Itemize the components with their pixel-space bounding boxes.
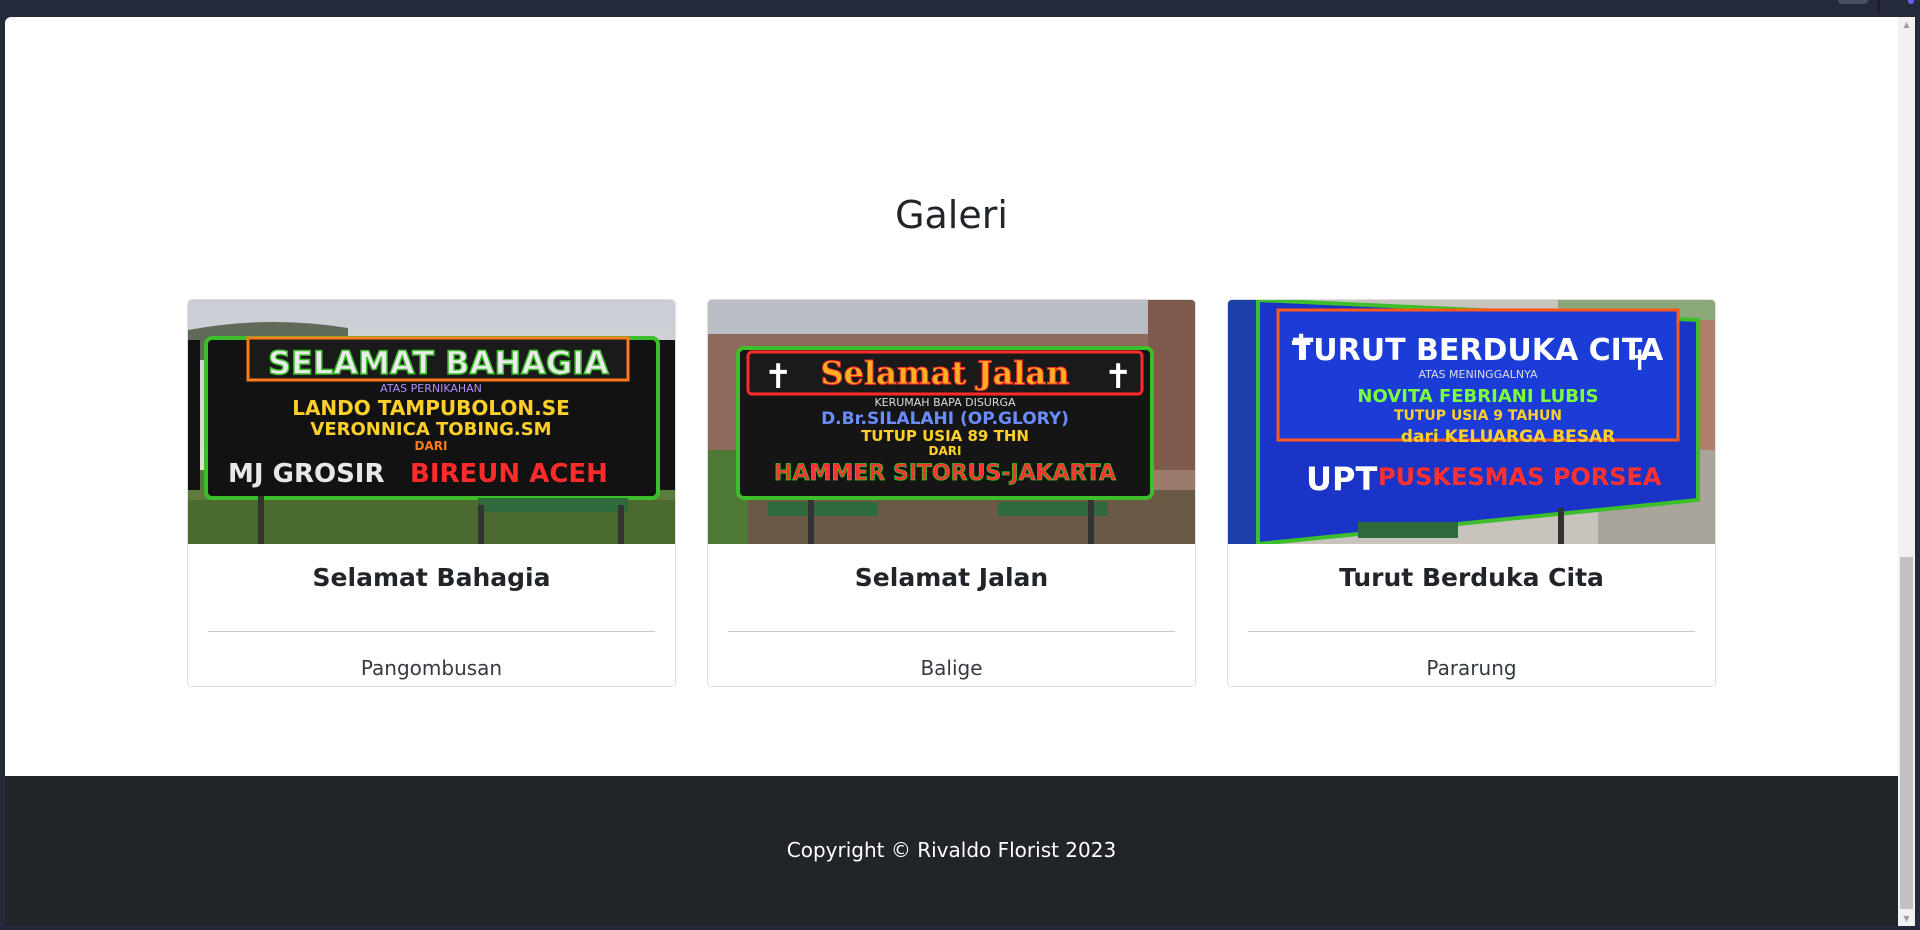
svg-text:LANDO TAMPUBOLON.SE: LANDO TAMPUBOLON.SE xyxy=(292,396,570,420)
svg-text:✝: ✝ xyxy=(1104,357,1133,397)
svg-text:dari KELUARGA BESAR: dari KELUARGA BESAR xyxy=(1401,427,1615,447)
card-location: Balige xyxy=(920,656,983,680)
browser-top-bar xyxy=(0,0,1920,17)
footer: Copyright © Rivaldo Florist 2023 xyxy=(5,776,1898,926)
svg-text:✝: ✝ xyxy=(1628,344,1651,377)
svg-text:MJ GROSIR: MJ GROSIR xyxy=(228,459,384,489)
svg-text:BIREUN ACEH: BIREUN ACEH xyxy=(410,459,608,489)
scrollbar-thumb[interactable] xyxy=(1900,557,1913,909)
card-divider xyxy=(208,631,655,632)
svg-text:Selamat Jalan: Selamat Jalan xyxy=(821,354,1070,392)
svg-text:VERONNICA TOBING.SM: VERONNICA TOBING.SM xyxy=(310,419,551,440)
scroll-up-arrow-icon[interactable]: ▲ xyxy=(1898,17,1915,32)
gallery-image-selamat-bahagia: SELAMAT BAHAGIA ATAS PERNIKAHAN LANDO TA… xyxy=(188,300,675,544)
banner-text: SELAMAT BAHAGIA xyxy=(268,344,609,382)
browser-bottom-edge xyxy=(0,926,1920,930)
card-title: Selamat Bahagia xyxy=(312,563,551,592)
svg-text:KERUMAH BAPA DISURGA: KERUMAH BAPA DISURGA xyxy=(874,396,1016,409)
svg-text:✝: ✝ xyxy=(764,357,793,397)
svg-text:TURUT BERDUKA CITA: TURUT BERDUKA CITA xyxy=(1293,333,1664,368)
browser-right-edge xyxy=(1915,17,1920,930)
gallery-card: Selamat Jalan KERUMAH BAPA DISURGA D.Br.… xyxy=(707,299,1196,687)
vertical-scrollbar[interactable]: ▲ ▼ xyxy=(1898,17,1915,926)
gallery-card: SELAMAT BAHAGIA ATAS PERNIKAHAN LANDO TA… xyxy=(187,299,676,687)
gallery-title: Galeri xyxy=(895,193,1008,237)
card-location: Pararung xyxy=(1426,656,1517,680)
scroll-down-arrow-icon[interactable]: ▼ xyxy=(1898,911,1915,926)
svg-text:TUTUP USIA 9 TAHUN: TUTUP USIA 9 TAHUN xyxy=(1394,408,1562,424)
footer-copyright: Copyright © Rivaldo Florist 2023 xyxy=(786,838,1117,862)
svg-text:✝: ✝ xyxy=(1286,328,1316,369)
card-divider xyxy=(1248,631,1695,632)
page-viewport: Galeri SELAMAT BAHAGIA ATAS PERNIKAHAN L… xyxy=(5,17,1898,926)
svg-text:D.Br.SILALAHI (OP.GLORY): D.Br.SILALAHI (OP.GLORY) xyxy=(821,409,1069,429)
browser-separator xyxy=(1878,0,1880,12)
svg-text:PUSKESMAS PORSEA: PUSKESMAS PORSEA xyxy=(1378,463,1662,491)
gallery-image-turut-berduka-cita: TURUT BERDUKA CITA ATAS MENINGGALNYA NOV… xyxy=(1228,300,1715,544)
svg-text:TUTUP USIA 89 THN: TUTUP USIA 89 THN xyxy=(861,427,1029,445)
svg-text:DARI: DARI xyxy=(415,439,448,453)
gallery-image-selamat-jalan: Selamat Jalan KERUMAH BAPA DISURGA D.Br.… xyxy=(708,300,1195,544)
card-location: Pangombusan xyxy=(360,656,503,680)
svg-text:ATAS MENINGGALNYA: ATAS MENINGGALNYA xyxy=(1418,368,1537,381)
svg-text:NOVITA FEBRIANI LUBIS: NOVITA FEBRIANI LUBIS xyxy=(1357,386,1598,407)
svg-text:DARI: DARI xyxy=(929,444,962,458)
card-title: Selamat Jalan xyxy=(854,563,1049,592)
svg-text:HAMMER SITORUS-JAKARTA: HAMMER SITORUS-JAKARTA xyxy=(774,461,1116,486)
svg-text:ATAS PERNIKAHAN: ATAS PERNIKAHAN xyxy=(380,382,482,395)
card-title: Turut Berduka Cita xyxy=(1339,563,1604,592)
gallery-card: TURUT BERDUKA CITA ATAS MENINGGALNYA NOV… xyxy=(1227,299,1716,687)
browser-extension-icon[interactable] xyxy=(1908,0,1914,4)
card-divider xyxy=(728,631,1175,632)
svg-text:UPT: UPT xyxy=(1306,460,1377,498)
browser-control[interactable] xyxy=(1838,0,1868,4)
